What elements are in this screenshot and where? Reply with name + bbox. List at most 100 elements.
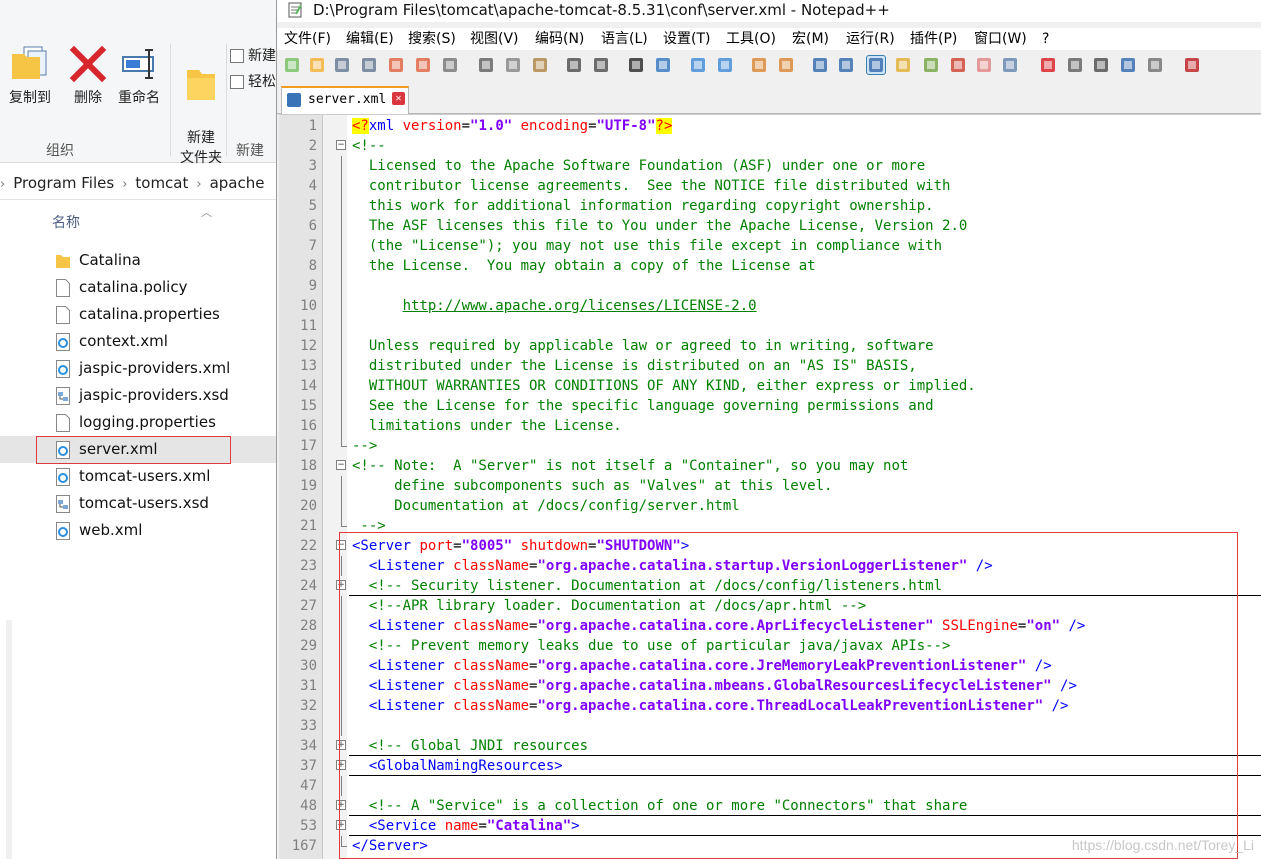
new-folder-button[interactable]: 新建 文件夹 xyxy=(174,44,228,168)
menu-item[interactable]: 插件(P) xyxy=(910,28,957,50)
menu-item[interactable]: 宏(M) xyxy=(792,28,829,50)
find-icon[interactable] xyxy=(627,56,645,74)
code-line[interactable]: 12 Unless required by applicable law or … xyxy=(279,336,1261,356)
rename-button[interactable]: 重命名 xyxy=(112,44,166,108)
spell-check-icon[interactable] xyxy=(1183,56,1201,74)
code-line[interactable]: 13 distributed under the License is dist… xyxy=(279,356,1261,376)
menu-item[interactable]: ? xyxy=(1042,28,1049,50)
menu-item[interactable]: 文件(F) xyxy=(284,28,331,50)
open-file-icon[interactable] xyxy=(308,56,326,74)
code-line[interactable]: 8 the License. You may obtain a copy of … xyxy=(279,256,1261,276)
sync-vertical-icon[interactable] xyxy=(750,56,768,74)
run-macro-multiple-icon[interactable] xyxy=(1119,56,1137,74)
undo-icon[interactable] xyxy=(565,56,583,74)
zoom-in-icon[interactable] xyxy=(689,56,707,74)
copy-icon[interactable] xyxy=(504,56,522,74)
zoom-out-icon[interactable] xyxy=(716,56,734,74)
close-tab-icon[interactable]: ✕ xyxy=(392,92,405,105)
token-text: = xyxy=(461,118,471,134)
show-all-chars-icon[interactable] xyxy=(837,56,855,74)
code-line[interactable]: 5 this work for additional information r… xyxy=(279,196,1261,216)
paste-icon[interactable] xyxy=(531,56,549,74)
doc-map-icon[interactable] xyxy=(922,56,940,74)
save-all-icon[interactable] xyxy=(360,56,378,74)
code-line[interactable]: 19 define subcomponents such as "Valves"… xyxy=(279,476,1261,496)
code-line[interactable]: 14 WITHOUT WARRANTIES OR CONDITIONS OF A… xyxy=(279,376,1261,396)
menu-item[interactable]: 语言(L) xyxy=(601,28,648,50)
new-item-button[interactable]: 新建 xyxy=(230,46,278,66)
file-list-item[interactable]: jaspic-providers.xml xyxy=(0,355,278,382)
save-icon[interactable] xyxy=(333,56,351,74)
code-text: See the License for the specific languag… xyxy=(352,396,934,416)
token-url[interactable]: http://www.apache.org/licenses/LICENSE-2… xyxy=(403,298,757,314)
stop-record-icon[interactable] xyxy=(1066,56,1084,74)
menu-item[interactable]: 搜索(S) xyxy=(408,28,456,50)
fold-collapse-icon[interactable]: − xyxy=(336,140,346,150)
easy-access-button[interactable]: 轻松 xyxy=(230,72,278,92)
menu-item[interactable]: 编辑(E) xyxy=(346,28,394,50)
cut-icon[interactable] xyxy=(477,56,495,74)
close-all-icon[interactable] xyxy=(414,56,432,74)
code-line[interactable]: 4 contributor license agreements. See th… xyxy=(279,176,1261,196)
menu-item[interactable]: 编码(N) xyxy=(535,28,584,50)
breadcrumb-item[interactable]: tomcat xyxy=(135,174,188,192)
code-line[interactable]: 9 xyxy=(279,276,1261,296)
copy-to-button[interactable]: 复制到 xyxy=(0,44,60,108)
code-line[interactable]: 16 limitations under the License. xyxy=(279,416,1261,436)
file-list-item[interactable]: jaspic-providers.xsd xyxy=(0,382,278,409)
code-line[interactable]: 18 − <!-- Note: A "Server" is not itself a… xyxy=(279,456,1261,476)
user-lang-icon[interactable] xyxy=(894,56,912,74)
indent-guide-icon[interactable] xyxy=(866,55,886,75)
delete-button[interactable]: 删除 xyxy=(66,44,110,108)
code-line[interactable]: 6 The ASF licenses this file to You unde… xyxy=(279,216,1261,236)
fold-collapse-icon[interactable]: − xyxy=(336,460,346,470)
code-line[interactable]: 10 http://www.apache.org/licenses/LICENS… xyxy=(279,296,1261,316)
token-com: WITHOUT WARRANTIES OR CONDITIONS OF ANY … xyxy=(352,378,976,394)
close-icon[interactable] xyxy=(387,56,405,74)
code-line[interactable]: 17 --> xyxy=(279,436,1261,456)
code-editor[interactable]: 1 <?xml version="1.0" encoding="UTF-8"?> 2… xyxy=(279,114,1261,859)
record-macro-icon[interactable] xyxy=(1039,56,1057,74)
function-list-icon[interactable] xyxy=(949,56,967,74)
menu-item[interactable]: 窗口(W) xyxy=(974,28,1027,50)
replace-icon[interactable] xyxy=(654,56,672,74)
breadcrumb[interactable]: › Program Files › tomcat › apache xyxy=(0,166,278,200)
menu-item[interactable]: 运行(R) xyxy=(846,28,895,50)
breadcrumb-item[interactable]: apache xyxy=(210,174,265,192)
redo-icon[interactable] xyxy=(592,56,610,74)
sync-horizontal-icon[interactable] xyxy=(777,56,795,74)
file-list-item[interactable]: web.xml xyxy=(0,517,278,544)
save-macro-icon[interactable] xyxy=(1146,56,1164,74)
code-line[interactable]: 15 See the License for the specific lang… xyxy=(279,396,1261,416)
code-line[interactable]: 7 (the "License"); you may not use this … xyxy=(279,236,1261,256)
folder-workspace-icon[interactable] xyxy=(975,56,993,74)
file-list-item[interactable]: tomcat-users.xml xyxy=(0,463,278,490)
breadcrumb-item[interactable]: Program Files xyxy=(13,174,114,192)
file-list-item[interactable]: Catalina xyxy=(0,247,278,274)
play-macro-icon[interactable] xyxy=(1092,56,1110,74)
code-line[interactable]: 3 Licensed to the Apache Software Founda… xyxy=(279,156,1261,176)
tab-server-xml[interactable]: server.xml ✕ xyxy=(281,86,409,114)
column-header-name[interactable]: 名称 xyxy=(52,212,80,232)
new-file-icon[interactable] xyxy=(283,56,301,74)
code-line[interactable]: 2 − <!-- xyxy=(279,136,1261,156)
file-list-item[interactable]: logging.properties xyxy=(0,409,278,436)
file-list-item[interactable]: context.xml xyxy=(0,328,278,355)
print-icon[interactable] xyxy=(441,56,459,74)
line-number: 9 xyxy=(308,278,317,294)
line-number: 32 xyxy=(300,698,317,714)
code-line[interactable]: 20 Documentation at /docs/config/server.… xyxy=(279,496,1261,516)
file-list-item[interactable]: catalina.properties xyxy=(0,301,278,328)
fold-guide xyxy=(341,356,342,376)
menu-item[interactable]: 视图(V) xyxy=(470,28,519,50)
code-line[interactable]: 11 xyxy=(279,316,1261,336)
code-line[interactable]: 1 <?xml version="1.0" encoding="UTF-8"?> xyxy=(279,116,1261,136)
word-wrap-icon[interactable] xyxy=(811,56,829,74)
menu-item[interactable]: 设置(T) xyxy=(663,28,710,50)
file-list-item[interactable]: tomcat-users.xsd xyxy=(0,490,278,517)
fold-guide xyxy=(341,376,342,396)
menu-item[interactable]: 工具(O) xyxy=(726,28,776,50)
file-list-item[interactable]: catalina.policy xyxy=(0,274,278,301)
monitor-icon[interactable] xyxy=(1001,56,1019,74)
save-all-icon-glyph xyxy=(362,58,376,72)
